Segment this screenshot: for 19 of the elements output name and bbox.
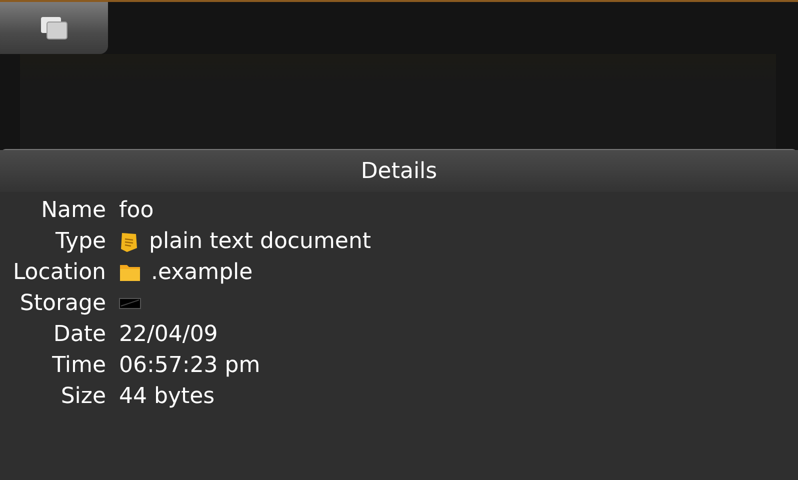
- field-label: Name: [40, 197, 106, 225]
- field-label: Type: [54, 228, 106, 256]
- field-value: foo: [119, 198, 154, 223]
- folder-icon: [119, 263, 141, 282]
- field-label: Size: [60, 383, 106, 411]
- field-label: Storage: [18, 290, 106, 318]
- field-label: Location: [12, 259, 106, 287]
- field-label: Time: [51, 352, 106, 380]
- field-label: Date: [52, 321, 106, 349]
- field-value: 22/04/09: [119, 322, 218, 347]
- windows-icon: [40, 16, 68, 40]
- dialog-title: Details: [0, 150, 798, 192]
- field-value: 44 bytes: [119, 384, 215, 409]
- drive-icon: [119, 298, 141, 309]
- field-value: plain text document: [149, 229, 372, 254]
- task-switcher-button[interactable]: [0, 2, 108, 54]
- note-icon: [119, 230, 139, 252]
- field-value: .example: [151, 260, 253, 285]
- field-value: 06:57:23 pm: [119, 353, 260, 378]
